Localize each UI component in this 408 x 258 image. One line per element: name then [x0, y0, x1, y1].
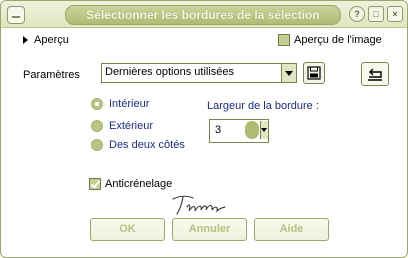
expand-triangle-icon: [23, 36, 28, 45]
preview-label: Aperçu: [34, 34, 69, 46]
cancel-button[interactable]: Annuler: [172, 218, 247, 241]
ok-button[interactable]: OK: [90, 218, 165, 241]
reset-defaults-button[interactable]: [361, 62, 389, 86]
antialias-label: Anticrénelage: [105, 178, 173, 190]
preview-toggle[interactable]: Aperçu: [23, 34, 69, 46]
border-width-value: 3: [215, 124, 222, 136]
image-preview-checkbox[interactable]: [278, 34, 290, 47]
radio-inside-button[interactable]: [91, 98, 103, 111]
signature-logo: [171, 193, 227, 220]
radio-both-label: Des deux côtés: [109, 139, 185, 152]
dialog-window: Sélectionner les bordures de la sélectio…: [0, 0, 408, 258]
radio-inside[interactable]: Intérieur: [91, 98, 150, 111]
reset-defaults-icon: [368, 68, 382, 81]
help-icon[interactable]: ?: [349, 6, 365, 22]
settings-label: Paramètres: [23, 69, 80, 81]
radio-outside-label: Extérieur: [109, 120, 154, 133]
border-width-label: Largeur de la bordure :: [207, 100, 319, 112]
image-preview-option[interactable]: Aperçu de l'image: [278, 34, 382, 47]
window-title: Sélectionner les bordures de la sélectio…: [65, 5, 341, 25]
help-button[interactable]: Aide: [254, 218, 329, 241]
radio-outside-button[interactable]: [91, 120, 103, 133]
floppy-disk-icon: [307, 66, 321, 80]
radio-inside-label: Intérieur: [109, 98, 150, 111]
chevron-down-icon[interactable]: [281, 64, 296, 82]
antialias-option[interactable]: Anticrénelage: [89, 178, 173, 191]
image-preview-label: Aperçu de l'image: [294, 34, 382, 46]
title-bar: Sélectionner les bordures de la sélectio…: [1, 1, 407, 28]
close-icon[interactable]: ×: [387, 6, 403, 22]
radio-both-button[interactable]: [91, 139, 103, 152]
chevron-down-icon[interactable]: [260, 121, 268, 139]
save-preset-button[interactable]: [303, 62, 325, 84]
signature-image: [172, 195, 226, 215]
radio-both[interactable]: Des deux côtés: [91, 139, 185, 152]
maximize-icon[interactable]: □: [368, 6, 384, 22]
preset-select[interactable]: Dernières options utilisées: [101, 63, 297, 83]
border-width-stepper[interactable]: 3: [209, 119, 269, 143]
spinner-icon[interactable]: [245, 121, 259, 139]
radio-outside[interactable]: Extérieur: [91, 120, 154, 133]
minimize-icon[interactable]: [7, 6, 25, 24]
preset-value: Dernières options utilisées: [105, 66, 235, 78]
antialias-checkbox[interactable]: [89, 178, 101, 191]
